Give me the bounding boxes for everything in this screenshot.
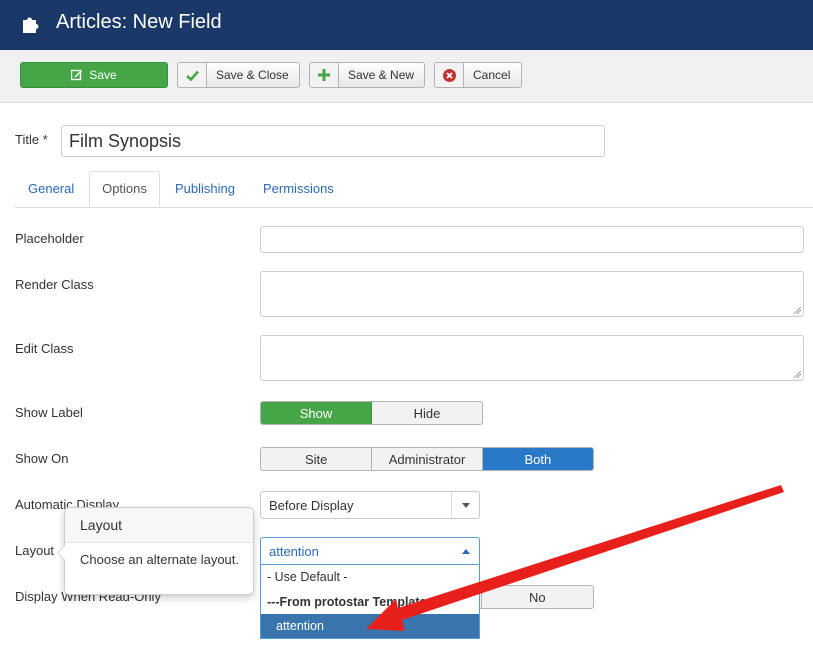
tab-bar: General Options Publishing Permissions	[15, 170, 813, 208]
popover-title: Layout	[65, 508, 253, 543]
edit-icon	[71, 69, 83, 81]
resize-handle-icon[interactable]	[794, 371, 801, 378]
layout-option-default-label: - Use Default -	[267, 570, 348, 584]
layout-optgroup-protostar: ---From protostar Template	[261, 590, 479, 614]
layout-help-popover: Layout Choose an alternate layout.	[57, 507, 254, 595]
render-class-textarea[interactable]	[260, 271, 804, 317]
tab-permissions[interactable]: Permissions	[263, 181, 334, 196]
layout-value: attention	[269, 544, 319, 559]
toolbar: Save Save & Close Save & New Cancel	[0, 50, 813, 103]
layout-label: Layout	[15, 543, 55, 558]
app-header: Articles: New Field	[0, 0, 813, 50]
caret-up-icon	[461, 548, 470, 554]
layout-optgroup-label: ---From protostar Template	[267, 595, 427, 609]
popover-body: Choose an alternate layout.	[80, 552, 239, 567]
display-readonly-no-option[interactable]: No	[482, 586, 593, 608]
save-button[interactable]: Save	[20, 62, 168, 88]
automatic-display-select[interactable]: Before Display	[260, 491, 480, 519]
placeholder-label: Placeholder	[15, 231, 84, 246]
cancel-label: Cancel	[473, 68, 511, 82]
layout-dropdown-list: - Use Default - ---From protostar Templa…	[260, 565, 480, 639]
cancel-circle-icon	[442, 68, 456, 82]
edit-class-label: Edit Class	[15, 341, 74, 356]
tab-publishing[interactable]: Publishing	[175, 181, 235, 196]
save-label: Save	[89, 68, 117, 82]
title-input[interactable]: Film Synopsis	[61, 125, 605, 157]
title-label: Title *	[15, 132, 48, 147]
puzzle-icon	[23, 17, 39, 33]
edit-class-textarea[interactable]	[260, 335, 804, 381]
plus-icon	[318, 69, 330, 81]
automatic-display-value: Before Display	[269, 498, 354, 513]
save-new-label: Save & New	[348, 68, 415, 82]
check-icon	[185, 70, 199, 81]
resize-handle-icon[interactable]	[794, 307, 801, 314]
save-new-button[interactable]: Save & New	[309, 62, 425, 88]
show-on-label: Show On	[15, 451, 69, 466]
show-label-hide-option[interactable]: Hide	[372, 402, 482, 424]
render-class-label: Render Class	[15, 277, 94, 292]
show-on-site-option[interactable]: Site	[261, 448, 373, 470]
layout-option-attention-label: attention	[276, 619, 324, 633]
tab-options[interactable]: Options	[89, 171, 160, 207]
show-on-administrator-option[interactable]: Administrator	[372, 448, 483, 470]
save-close-label: Save & Close	[216, 68, 289, 82]
layout-option-default[interactable]: - Use Default -	[261, 565, 479, 589]
show-label-show-option[interactable]: Show	[261, 402, 372, 424]
show-on-toggle: Site Administrator Both	[260, 447, 594, 471]
caret-down-icon	[461, 502, 470, 508]
show-on-both-option[interactable]: Both	[482, 448, 593, 470]
layout-select[interactable]: attention	[260, 537, 480, 565]
layout-option-attention[interactable]: attention	[261, 614, 479, 638]
show-label-toggle: Show Hide	[260, 401, 483, 425]
save-close-button[interactable]: Save & Close	[177, 62, 300, 88]
tab-general[interactable]: General	[28, 181, 74, 196]
popover-caret-inner	[58, 546, 65, 560]
placeholder-input[interactable]	[260, 226, 804, 253]
page-title: Articles: New Field	[56, 11, 222, 33]
show-label-label: Show Label	[15, 405, 83, 420]
cancel-button[interactable]: Cancel	[434, 62, 522, 88]
